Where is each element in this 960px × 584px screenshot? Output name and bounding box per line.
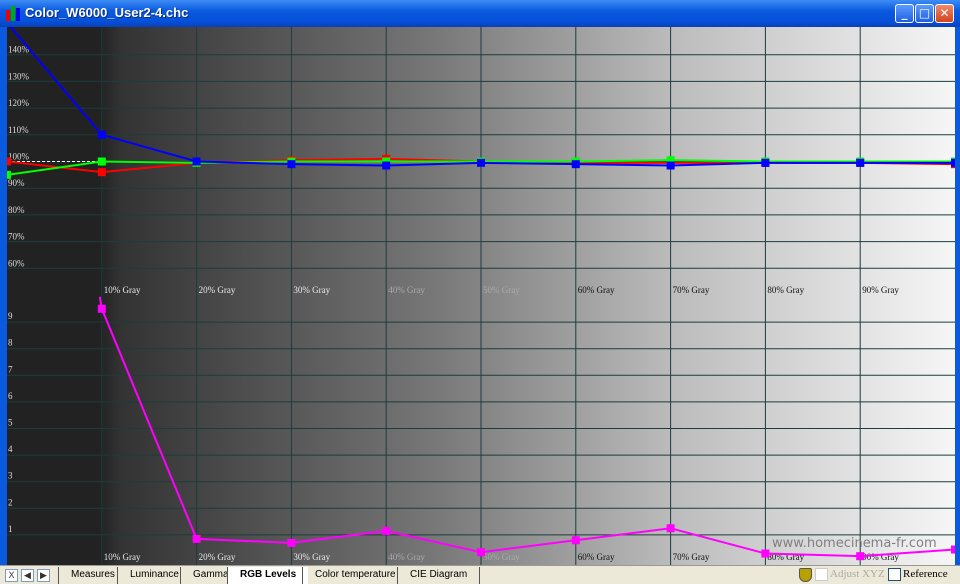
data-point bbox=[382, 526, 391, 535]
next-tab-button[interactable]: ▶ bbox=[37, 569, 50, 582]
x-tick-label: 80% Gray bbox=[767, 285, 804, 295]
data-point bbox=[97, 130, 106, 139]
y-tick-label: 110% bbox=[8, 125, 29, 135]
x-tick-label: 30% Gray bbox=[293, 552, 330, 562]
adjust-xyz-checkbox[interactable] bbox=[815, 568, 828, 581]
x-tick-label: 10% Gray bbox=[104, 552, 141, 562]
close-button[interactable]: ✕ bbox=[935, 4, 954, 23]
y-tick-label: 6 bbox=[8, 391, 13, 401]
shield-icon bbox=[799, 568, 812, 582]
x-tick-label: 60% Gray bbox=[578, 552, 615, 562]
adjust-xyz-label: Adjust XYZ bbox=[830, 568, 885, 580]
data-point bbox=[287, 160, 296, 169]
data-point bbox=[951, 158, 955, 167]
data-point bbox=[856, 158, 865, 167]
minimize-button[interactable]: _ bbox=[895, 4, 914, 23]
window-frame bbox=[955, 27, 960, 584]
x-tick-label: 50% Gray bbox=[483, 552, 520, 562]
x-tick-label: 50% Gray bbox=[483, 285, 520, 295]
y-tick-label: 4 bbox=[8, 444, 13, 454]
window-title: Color_W6000_User2-4.chc bbox=[25, 5, 189, 20]
tab-rgb-levels[interactable]: RGB Levels bbox=[227, 567, 309, 584]
y-tick-label: 8 bbox=[8, 338, 13, 348]
data-point bbox=[192, 157, 201, 166]
y-tick-label: 5 bbox=[8, 418, 13, 428]
x-tick-label: 70% Gray bbox=[673, 285, 710, 295]
data-point bbox=[477, 158, 485, 167]
prev-tab-button[interactable]: ◀ bbox=[21, 569, 34, 582]
maximize-button[interactable]: □ bbox=[915, 4, 934, 23]
x-tick-label: 40% Gray bbox=[388, 552, 425, 562]
x-tick-label: 10% Gray bbox=[104, 285, 141, 295]
x-tick-label: 40% Gray bbox=[388, 285, 425, 295]
data-point bbox=[7, 170, 11, 179]
data-point bbox=[761, 158, 770, 167]
data-point bbox=[951, 545, 955, 554]
x-tick-label: 30% Gray bbox=[293, 285, 330, 295]
y-tick-label: 100% bbox=[8, 152, 30, 162]
data-point bbox=[192, 534, 201, 543]
data-point bbox=[666, 524, 675, 533]
y-tick-label: 2 bbox=[8, 497, 13, 507]
x-tick-label: 20% Gray bbox=[199, 552, 236, 562]
y-tick-label: 60% bbox=[8, 258, 25, 268]
data-point bbox=[571, 160, 580, 169]
rgb-levels-chart-area: 140% 130% 120% 110% 100% 90% 80% 70% 60% 10% Gray… bbox=[7, 27, 955, 565]
charts-svg: 140%130%120%110%100%90%80%70%60%10% Gray… bbox=[7, 27, 955, 565]
y-tick-label: 80% bbox=[8, 205, 25, 215]
y-tick-label: 3 bbox=[8, 471, 13, 481]
app-icon bbox=[6, 6, 22, 21]
data-point bbox=[97, 168, 106, 177]
y-tick-label: 130% bbox=[8, 71, 30, 81]
tab-cie-diagram[interactable]: CIE Diagram bbox=[397, 567, 481, 584]
data-point bbox=[7, 157, 11, 166]
x-tick-label: 70% Gray bbox=[673, 552, 710, 562]
data-point bbox=[382, 161, 391, 170]
y-tick-label: 9 bbox=[8, 311, 13, 321]
y-tick-label: 1 bbox=[8, 524, 13, 534]
data-point bbox=[761, 549, 770, 558]
series-line bbox=[98, 296, 955, 558]
reference-checkbox[interactable] bbox=[888, 568, 901, 581]
window-frame bbox=[0, 27, 7, 584]
data-point bbox=[97, 157, 106, 166]
reference-label: Reference bbox=[903, 568, 948, 580]
x-tick-label: 20% Gray bbox=[199, 285, 236, 295]
data-point bbox=[856, 552, 865, 561]
x-tick-label: 60% Gray bbox=[578, 285, 615, 295]
close-tab-button[interactable]: X bbox=[5, 569, 18, 582]
data-point bbox=[666, 161, 675, 170]
data-point bbox=[97, 304, 106, 313]
tab-bar: X ◀ ▶ Measures Luminance Gamma RGB Level… bbox=[0, 565, 960, 584]
y-tick-label: 90% bbox=[8, 178, 25, 188]
y-tick-label: 70% bbox=[8, 232, 25, 242]
watermark: www.homecinema-fr.com bbox=[772, 536, 937, 551]
x-tick-label: 90% Gray bbox=[862, 285, 899, 295]
y-tick-label: 7 bbox=[8, 364, 13, 374]
title-bar[interactable]: Color_W6000_User2-4.chc _ □ ✕ bbox=[0, 0, 960, 27]
data-point bbox=[571, 536, 580, 545]
data-point bbox=[477, 548, 485, 557]
tab-color-temperature[interactable]: Color temperature bbox=[302, 567, 408, 584]
data-point bbox=[287, 538, 296, 547]
y-tick-label: 120% bbox=[8, 98, 30, 108]
